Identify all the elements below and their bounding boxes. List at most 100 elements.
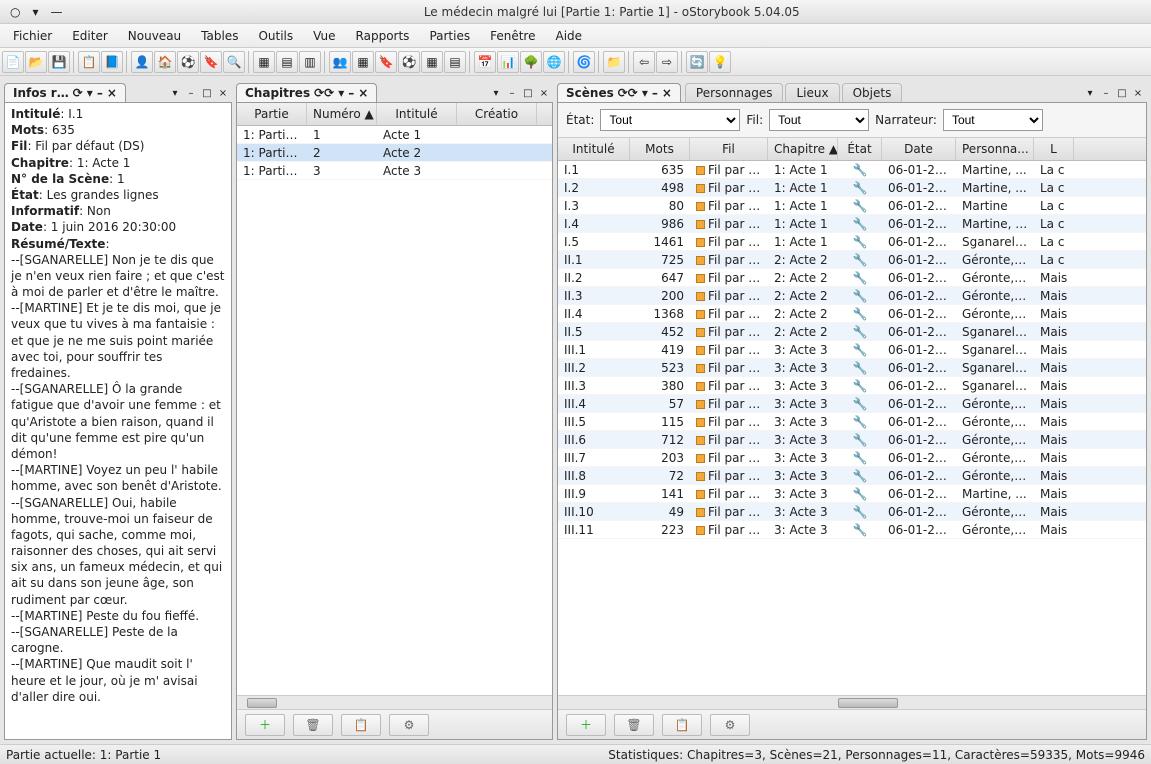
- subtab-objets[interactable]: Objets: [842, 83, 903, 102]
- menu-vue[interactable]: Vue: [304, 27, 344, 45]
- tab-chapitres[interactable]: Chapitres ⟳⟳ ▾ – ×: [236, 83, 377, 102]
- scenes-scrollbar[interactable]: [558, 695, 1146, 709]
- panel-max-icon[interactable]: □: [521, 88, 535, 102]
- chapitre-row[interactable]: 1: Partie 11Acte 1: [237, 126, 552, 144]
- grid-med-icon[interactable]: ▤: [276, 51, 298, 73]
- delete-button[interactable]: 🗑: [614, 714, 654, 736]
- menu-tables[interactable]: Tables: [192, 27, 247, 45]
- spiral-icon[interactable]: 🌀: [573, 51, 595, 73]
- scene-row[interactable]: III.1419Fil par d...3: Acte 3🔧06-01-20..…: [558, 341, 1146, 359]
- minimize-icon[interactable]: –: [348, 86, 354, 100]
- pin-icon[interactable]: ▾: [87, 86, 93, 100]
- scene-row[interactable]: I.380Fil par d...1: Acte 1🔧06-01-20...Ma…: [558, 197, 1146, 215]
- add-button[interactable]: ＋: [566, 714, 606, 736]
- window-minimize-icon[interactable]: ▾: [32, 5, 38, 19]
- close-icon[interactable]: ×: [358, 86, 368, 100]
- close-icon[interactable]: ×: [107, 86, 117, 100]
- save-icon[interactable]: 💾: [48, 51, 70, 73]
- scene-col-4[interactable]: État: [838, 138, 882, 160]
- scene-row[interactable]: III.3380Fil par d...3: Acte 3🔧06-01-20..…: [558, 377, 1146, 395]
- menu-aide[interactable]: Aide: [546, 27, 591, 45]
- location-icon[interactable]: 🏠: [154, 51, 176, 73]
- scene-col-7[interactable]: L: [1034, 138, 1074, 160]
- copy-button[interactable]: 📋: [662, 714, 702, 736]
- back-icon[interactable]: ⇦: [633, 51, 655, 73]
- scene-row[interactable]: II.5452Fil par d...2: Acte 2🔧06-01-20...…: [558, 323, 1146, 341]
- subtab-personnages[interactable]: Personnages: [685, 83, 784, 102]
- panel-pin-icon[interactable]: ▾: [168, 88, 182, 102]
- tag-icon[interactable]: 🔖: [200, 51, 222, 73]
- menu-nouveau[interactable]: Nouveau: [119, 27, 190, 45]
- menu-parties[interactable]: Parties: [420, 27, 479, 45]
- scene-row[interactable]: III.457Fil par d...3: Acte 3🔧06-01-20...…: [558, 395, 1146, 413]
- search-icon[interactable]: 🔍: [223, 51, 245, 73]
- delete-button[interactable]: 🗑: [293, 714, 333, 736]
- table-char-icon[interactable]: 👥: [329, 51, 351, 73]
- scene-row[interactable]: II.1725Fil par d...2: Acte 2🔧06-01-20...…: [558, 251, 1146, 269]
- filter-etat-select[interactable]: Tout: [600, 109, 740, 131]
- panel-pin-icon[interactable]: ▾: [489, 88, 503, 102]
- timeline-icon[interactable]: 📊: [497, 51, 519, 73]
- chapitre-row[interactable]: 1: Partie 13Acte 3: [237, 162, 552, 180]
- scene-row[interactable]: II.3200Fil par d...2: Acte 2🔧06-01-20...…: [558, 287, 1146, 305]
- globe-icon[interactable]: 🌐: [543, 51, 565, 73]
- panel-close-icon[interactable]: ×: [1131, 88, 1145, 102]
- chapitres-body[interactable]: 1: Partie 11Acte 11: Partie 12Acte 21: P…: [237, 126, 552, 695]
- scene-row[interactable]: III.6712Fil par d...3: Acte 3🔧06-01-20..…: [558, 431, 1146, 449]
- character-icon[interactable]: 👤: [131, 51, 153, 73]
- menu-rapports[interactable]: Rapports: [347, 27, 419, 45]
- scenes-body[interactable]: I.1635Fil par d...1: Acte 1🔧06-01-20...M…: [558, 161, 1146, 695]
- pin-icon[interactable]: ▾: [642, 86, 648, 100]
- scene-col-1[interactable]: Mots: [630, 138, 690, 160]
- new-file-icon[interactable]: 📄: [2, 51, 24, 73]
- folder-icon[interactable]: 📁: [603, 51, 625, 73]
- panel-min-icon[interactable]: –: [505, 88, 519, 102]
- menu-fichier[interactable]: Fichier: [4, 27, 61, 45]
- tab-scenes[interactable]: Scènes ⟳⟳ ▾ – ×: [557, 83, 681, 102]
- scene-col-6[interactable]: Personna...: [956, 138, 1034, 160]
- refresh-icon[interactable]: 🔄: [686, 51, 708, 73]
- table-tag-icon[interactable]: 🔖: [375, 51, 397, 73]
- scene-row[interactable]: I.4986Fil par d...1: Acte 1🔧06-01-20...M…: [558, 215, 1146, 233]
- chapitre-row[interactable]: 1: Partie 12Acte 2: [237, 144, 552, 162]
- menu-editer[interactable]: Editer: [63, 27, 117, 45]
- scene-row[interactable]: III.11223Fil par d...3: Acte 3🔧06-01-20.…: [558, 521, 1146, 539]
- calendar-icon[interactable]: 📅: [474, 51, 496, 73]
- scene-col-5[interactable]: Date: [882, 138, 956, 160]
- subtab-lieux[interactable]: Lieux: [785, 83, 839, 102]
- grid-small-icon[interactable]: ▦: [253, 51, 275, 73]
- scene-row[interactable]: III.5115Fil par d...3: Acte 3🔧06-01-20..…: [558, 413, 1146, 431]
- scene-col-3[interactable]: Chapitre ▲: [768, 138, 838, 160]
- panel-close-icon[interactable]: ×: [216, 88, 230, 102]
- scene-col-0[interactable]: Intitulé: [558, 138, 630, 160]
- pin-icon[interactable]: ▾: [338, 86, 344, 100]
- filter-narrateur-select[interactable]: Tout: [943, 109, 1043, 131]
- refresh-icon[interactable]: ⟳: [73, 86, 83, 100]
- idea-icon[interactable]: 💡: [709, 51, 731, 73]
- window-roll-icon[interactable]: —: [51, 5, 63, 19]
- link-icon[interactable]: ⚽: [177, 51, 199, 73]
- close-icon[interactable]: ×: [662, 86, 672, 100]
- scene-col-2[interactable]: Fil: [690, 138, 768, 160]
- table-mixed2-icon[interactable]: ▤: [444, 51, 466, 73]
- filter-fil-select[interactable]: Tout: [769, 109, 869, 131]
- add-button[interactable]: ＋: [245, 714, 285, 736]
- table-item-icon[interactable]: ⚽: [398, 51, 420, 73]
- minimize-icon[interactable]: –: [97, 86, 103, 100]
- table-loc-icon[interactable]: ▦: [352, 51, 374, 73]
- tab-infos[interactable]: Infos r… ⟳ ▾ – ×: [4, 83, 126, 102]
- panel-max-icon[interactable]: □: [1115, 88, 1129, 102]
- scene-row[interactable]: III.872Fil par d...3: Acte 3🔧06-01-20...…: [558, 467, 1146, 485]
- refresh-icon[interactable]: ⟳⟳: [618, 86, 638, 100]
- chap-col-2[interactable]: Intitulé: [377, 103, 457, 125]
- chapitres-scrollbar[interactable]: [237, 695, 552, 709]
- chap-col-0[interactable]: Partie: [237, 103, 307, 125]
- scene-row[interactable]: III.9141Fil par d...3: Acte 3🔧06-01-20..…: [558, 485, 1146, 503]
- table-mixed-icon[interactable]: ▦: [421, 51, 443, 73]
- scene-row[interactable]: I.1635Fil par d...1: Acte 1🔧06-01-20...M…: [558, 161, 1146, 179]
- panel-pin-icon[interactable]: ▾: [1083, 88, 1097, 102]
- menu-outils[interactable]: Outils: [249, 27, 302, 45]
- panel-close-icon[interactable]: ×: [537, 88, 551, 102]
- gear-button[interactable]: ⚙: [389, 714, 429, 736]
- panel-max-icon[interactable]: □: [200, 88, 214, 102]
